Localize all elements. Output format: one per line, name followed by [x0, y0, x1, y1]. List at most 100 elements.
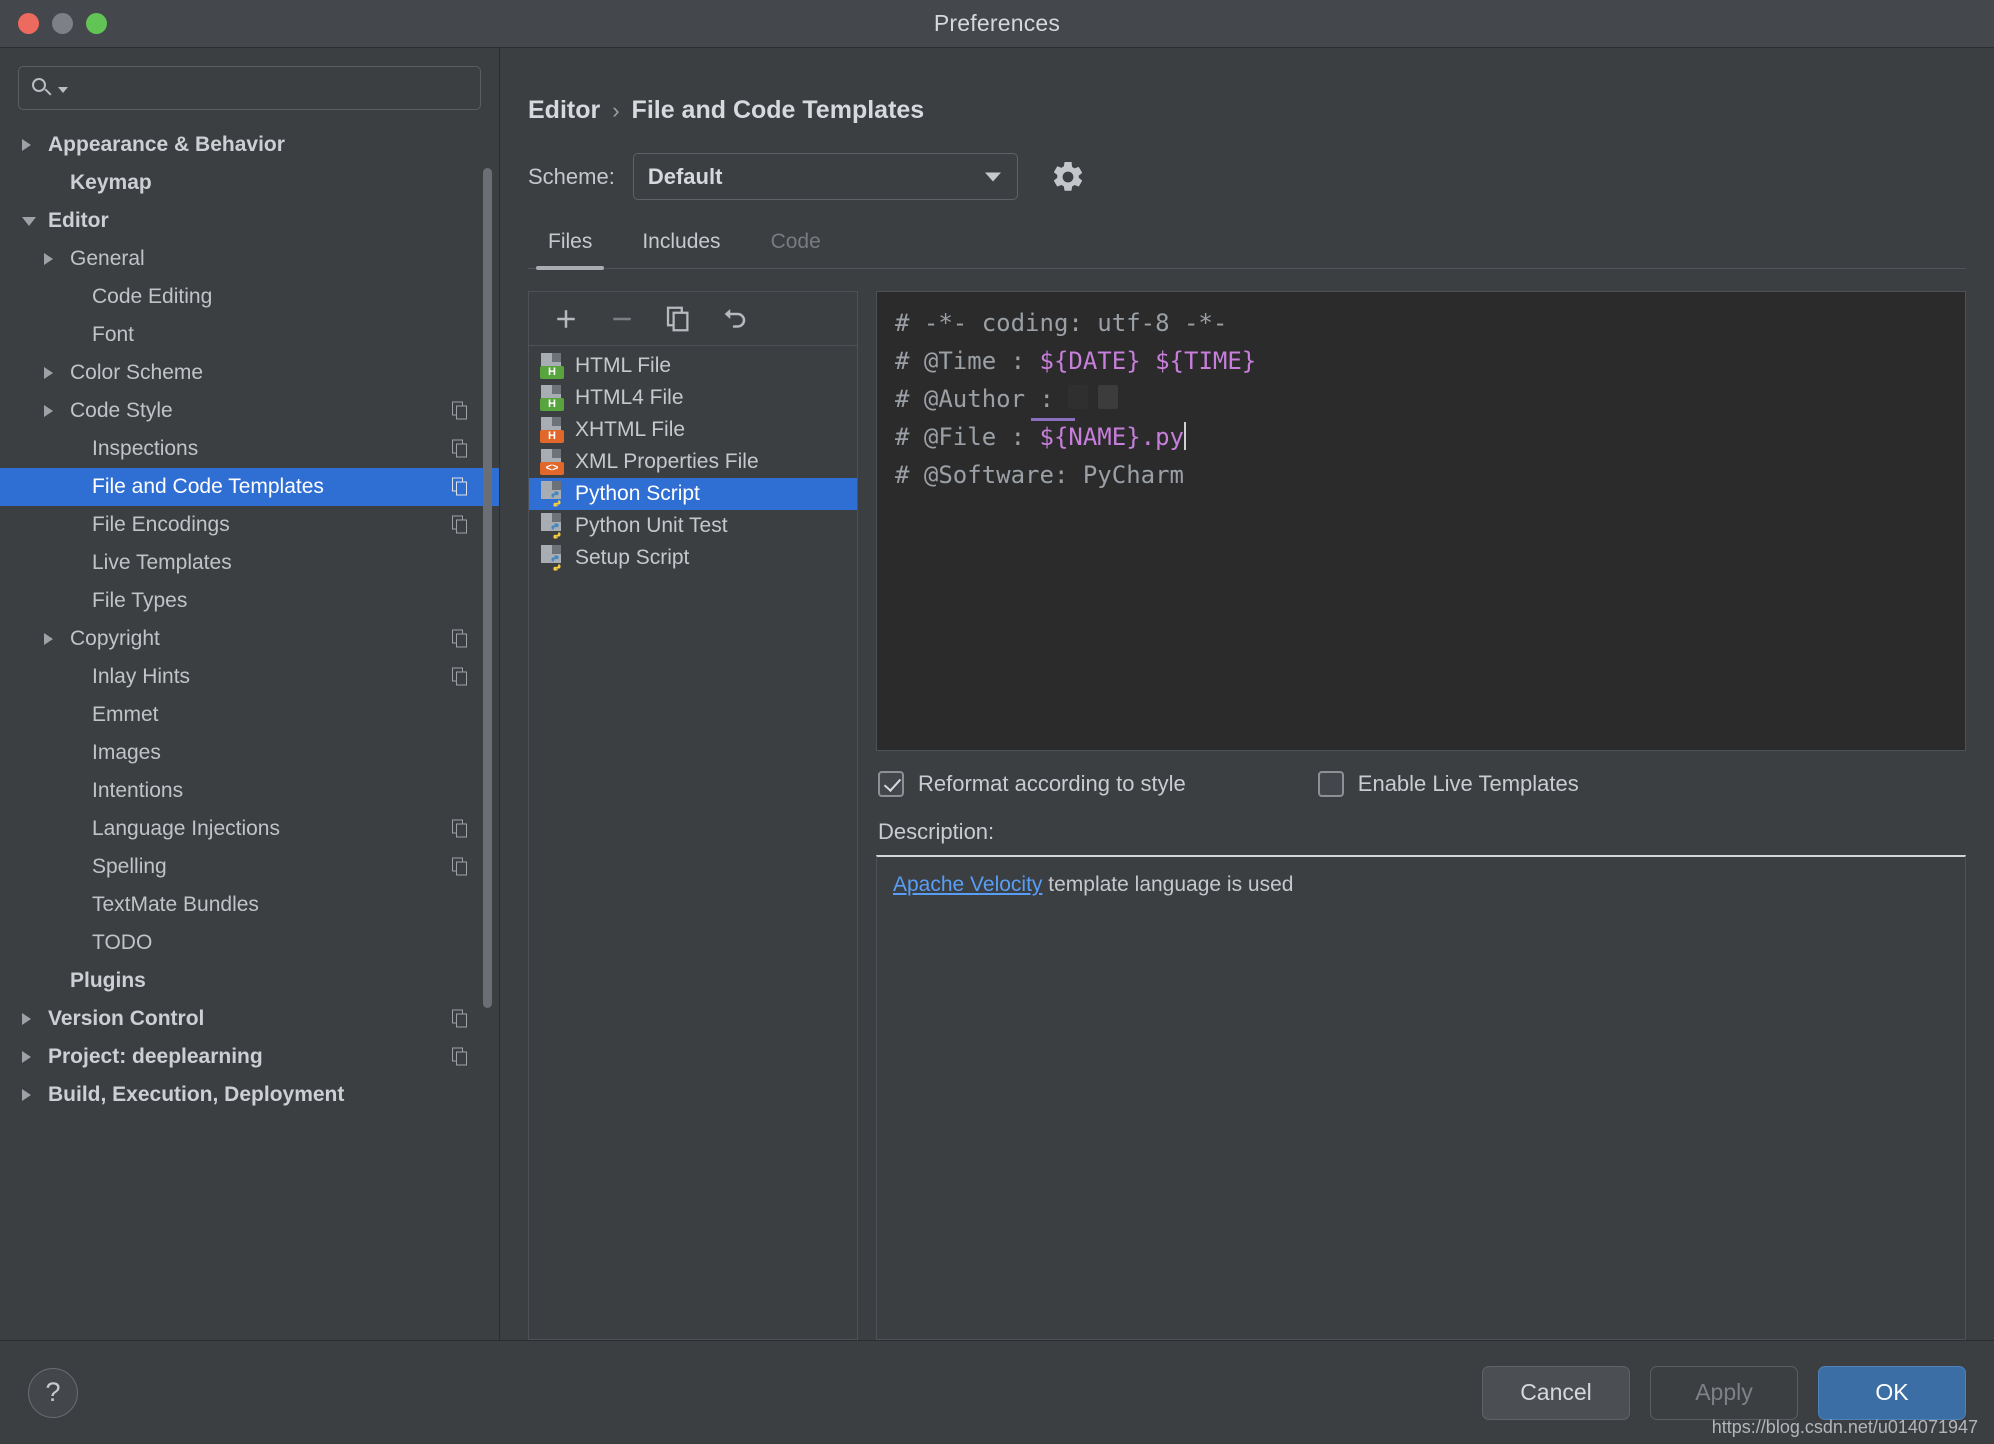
sidebar-item-color-scheme[interactable]: Color Scheme: [0, 354, 499, 392]
sidebar-item-file-encodings[interactable]: File Encodings: [0, 506, 499, 544]
sidebar-item-build-execution-deployment[interactable]: Build, Execution, Deployment: [0, 1076, 499, 1114]
chevron-right-icon[interactable]: [22, 1051, 31, 1063]
chevron-right-icon[interactable]: [22, 1089, 31, 1101]
sidebar-item-todo[interactable]: TODO: [0, 924, 499, 962]
tab-includes[interactable]: Includes: [622, 220, 740, 268]
scheme-dropdown[interactable]: Default: [632, 153, 1018, 200]
sidebar-item-general[interactable]: General: [0, 240, 499, 278]
apache-velocity-link[interactable]: Apache Velocity: [893, 873, 1042, 896]
copy-settings-icon: [452, 439, 469, 459]
live-templates-checkbox-row[interactable]: Enable Live Templates: [1317, 771, 1579, 797]
search-box[interactable]: [18, 66, 481, 110]
sidebar-item-plugins[interactable]: Plugins: [0, 962, 499, 1000]
chevron-down-icon[interactable]: [58, 87, 68, 93]
sidebar-item-code-editing[interactable]: Code Editing: [0, 278, 499, 316]
sidebar-item-font[interactable]: Font: [0, 316, 499, 354]
description-box[interactable]: Apache Velocity template language is use…: [876, 855, 1966, 1340]
description-rest: template language is used: [1042, 873, 1294, 896]
search-container: [0, 48, 499, 120]
expander-slot[interactable]: [44, 405, 70, 417]
chevron-right-icon[interactable]: [22, 1013, 31, 1025]
sidebar-item-label: Intentions: [92, 779, 184, 802]
copy-settings-icon: [452, 1047, 469, 1067]
template-list[interactable]: H HTML File H HTML4 File H XHTML File <> XML Pr…: [529, 346, 857, 1339]
reformat-checkbox-row[interactable]: Reformat according to style: [878, 771, 1186, 797]
sidebar-item-inspections[interactable]: Inspections: [0, 430, 499, 468]
code-line-1: # -*- coding: utf-8 -*-: [895, 309, 1228, 337]
template-list-item[interactable]: <> XML Properties File: [529, 446, 857, 478]
template-list-item-label: Python Script: [575, 482, 700, 505]
chevron-right-icon[interactable]: [44, 633, 53, 645]
sidebar-item-keymap[interactable]: Keymap: [0, 164, 499, 202]
settings-sidebar: Appearance & Behavior Keymap Editor General…: [0, 48, 500, 1340]
chevron-right-icon[interactable]: [44, 405, 53, 417]
sidebar-item-version-control[interactable]: Version Control: [0, 1000, 499, 1038]
checkbox-icon[interactable]: [1317, 771, 1344, 797]
checkbox-icon[interactable]: [878, 771, 904, 797]
reset-template-button[interactable]: [719, 304, 749, 334]
code-line-2-prefix: # @Time :: [895, 347, 1040, 375]
sidebar-item-live-templates[interactable]: Live Templates: [0, 544, 499, 582]
template-list-item[interactable]: Python Unit Test: [529, 510, 857, 542]
chevron-right-icon[interactable]: [22, 139, 31, 151]
ok-button[interactable]: OK: [1818, 1365, 1966, 1420]
breadcrumb-parent[interactable]: Editor: [528, 96, 600, 125]
sidebar-item-intentions[interactable]: Intentions: [0, 772, 499, 810]
tab-files[interactable]: Files: [528, 220, 612, 270]
sidebar-scrollbar[interactable]: [483, 168, 492, 1008]
template-list-item[interactable]: Setup Script: [529, 542, 857, 574]
chevron-down-icon[interactable]: [22, 216, 36, 226]
chevron-right-icon[interactable]: [44, 367, 53, 379]
expander-slot[interactable]: [22, 1013, 48, 1025]
add-template-button[interactable]: [551, 304, 581, 334]
sidebar-item-textmate-bundles[interactable]: TextMate Bundles: [0, 886, 499, 924]
template-list-item-label: Setup Script: [575, 546, 690, 569]
expander-slot[interactable]: [22, 1089, 48, 1101]
sidebar-item-file-and-code-templates[interactable]: File and Code Templates: [0, 468, 499, 506]
sidebar-item-editor[interactable]: Editor: [0, 202, 499, 240]
preferences-window: Preferences Appearance & Behavior Keymap E…: [0, 0, 1994, 1444]
template-list-item[interactable]: Python Script: [529, 478, 857, 510]
sidebar-item-file-types[interactable]: File Types: [0, 582, 499, 620]
help-button[interactable]: ?: [28, 1367, 78, 1418]
sidebar-item-images[interactable]: Images: [0, 734, 499, 772]
sidebar-item-label: TextMate Bundles: [92, 893, 259, 916]
expander-slot[interactable]: [22, 216, 48, 226]
template-list-item[interactable]: H XHTML File: [529, 414, 857, 446]
description-label: Description:: [878, 819, 995, 844]
sidebar-item-label: Font: [92, 323, 135, 346]
expander-slot[interactable]: [44, 367, 70, 379]
template-list-item-label: HTML4 File: [575, 386, 684, 409]
sidebar-item-emmet[interactable]: Emmet: [0, 696, 499, 734]
expander-slot[interactable]: [22, 139, 48, 151]
expander-slot[interactable]: [22, 1051, 48, 1063]
template-list-item[interactable]: H HTML File: [529, 350, 857, 382]
code-line-4-suffix: .py: [1140, 423, 1185, 451]
gear-icon[interactable]: [1050, 159, 1086, 195]
sidebar-item-language-injections[interactable]: Language Injections: [0, 810, 499, 848]
sidebar-item-spelling[interactable]: Spelling: [0, 848, 499, 886]
copy-settings-icon: [452, 1009, 469, 1029]
expander-slot[interactable]: [44, 253, 70, 265]
chevron-right-icon[interactable]: [44, 253, 53, 265]
code-var-time: ${TIME}: [1155, 347, 1257, 375]
sidebar-item-project-deeplearning[interactable]: Project: deeplearning: [0, 1038, 499, 1076]
sidebar-item-label: Appearance & Behavior: [48, 133, 285, 156]
copy-template-button[interactable]: [663, 304, 693, 334]
expander-slot[interactable]: [44, 633, 70, 645]
cancel-button[interactable]: Cancel: [1482, 1365, 1630, 1420]
remove-template-button[interactable]: [607, 304, 637, 334]
template-list-item[interactable]: H HTML4 File: [529, 382, 857, 414]
template-code-editor[interactable]: # -*- coding: utf-8 -*- # @Time : ${DATE…: [876, 291, 1966, 751]
settings-tree[interactable]: Appearance & Behavior Keymap Editor General…: [0, 120, 499, 1340]
sidebar-item-appearance-behavior[interactable]: Appearance & Behavior: [0, 126, 499, 164]
tabs[interactable]: Files Includes Code: [528, 220, 1966, 270]
sidebar-item-inlay-hints[interactable]: Inlay Hints: [0, 658, 499, 696]
watermark: https://blog.csdn.net/u014071947: [1711, 1417, 1978, 1437]
settings-detail-pane: Editor › File and Code Templates Scheme:…: [500, 48, 1994, 1340]
sidebar-item-code-style[interactable]: Code Style: [0, 392, 499, 430]
apply-button[interactable]: Apply: [1650, 1365, 1798, 1420]
sidebar-item-copyright[interactable]: Copyright: [0, 620, 499, 658]
python-file-icon: [539, 512, 565, 540]
search-input[interactable]: [73, 77, 468, 99]
